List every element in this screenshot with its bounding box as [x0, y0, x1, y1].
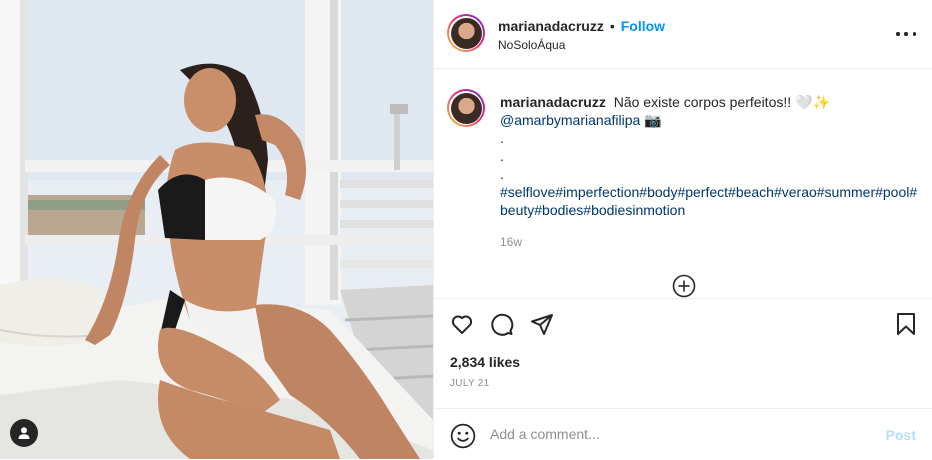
- user-icon: [18, 427, 30, 439]
- caption-dot: .: [500, 166, 504, 182]
- caption-avatar[interactable]: [447, 89, 485, 127]
- avatar-image: [450, 17, 482, 49]
- save-button[interactable]: [893, 311, 919, 337]
- comment-button[interactable]: [489, 311, 515, 337]
- caption-timestamp[interactable]: 16w: [500, 235, 522, 249]
- post-header: marianadacruzz • Follow NoSoloÁqua: [434, 0, 932, 69]
- post-sidebar: marianadacruzz • Follow NoSoloÁqua maria…: [434, 0, 932, 459]
- follow-button[interactable]: Follow: [621, 18, 665, 34]
- post-date[interactable]: JULY 21: [450, 378, 490, 389]
- avatar-image: [450, 92, 482, 124]
- heart-icon: [451, 315, 473, 334]
- post-comment-button[interactable]: Post: [886, 427, 916, 443]
- post-photo[interactable]: [0, 0, 433, 459]
- comments-section: marianadacruzz Não existe corpos perfeit…: [434, 69, 932, 298]
- caption-dot: .: [500, 148, 504, 164]
- share-button[interactable]: [529, 311, 555, 337]
- like-count[interactable]: 2,834 likes: [450, 354, 520, 370]
- comment-bubble-icon: [491, 313, 514, 336]
- caption-mention[interactable]: @amarbymarianafilipa 📷: [500, 112, 662, 128]
- author-username[interactable]: marianadacruzz: [498, 18, 604, 34]
- post-caption: marianadacruzz Não existe corpos perfeit…: [500, 93, 917, 219]
- like-button[interactable]: [449, 311, 475, 337]
- smiley-icon[interactable]: [450, 423, 476, 449]
- post-location[interactable]: NoSoloÁqua: [498, 38, 565, 52]
- author-avatar[interactable]: [447, 14, 485, 52]
- plus-circle-icon[interactable]: [672, 274, 696, 298]
- paper-plane-icon: [531, 314, 553, 335]
- separator-dot: •: [609, 18, 615, 34]
- comment-input[interactable]: Add a comment...: [490, 426, 600, 442]
- photo-scene: [0, 0, 433, 459]
- caption-dot: .: [500, 130, 504, 146]
- more-options-icon[interactable]: [896, 26, 916, 42]
- action-bar: [434, 298, 932, 349]
- caption-hashtags[interactable]: beuty#bodies#bodiesinmotion: [500, 202, 685, 218]
- tagged-users-button[interactable]: [10, 419, 38, 447]
- bookmark-icon: [897, 313, 915, 335]
- caption-text: Não existe corpos perfeitos!! 🤍✨: [613, 94, 830, 110]
- caption-username[interactable]: marianadacruzz: [500, 94, 606, 110]
- caption-hashtags[interactable]: #selflove#imperfection#body#perfect#beac…: [500, 184, 917, 200]
- comment-form: Add a comment... Post: [434, 408, 932, 460]
